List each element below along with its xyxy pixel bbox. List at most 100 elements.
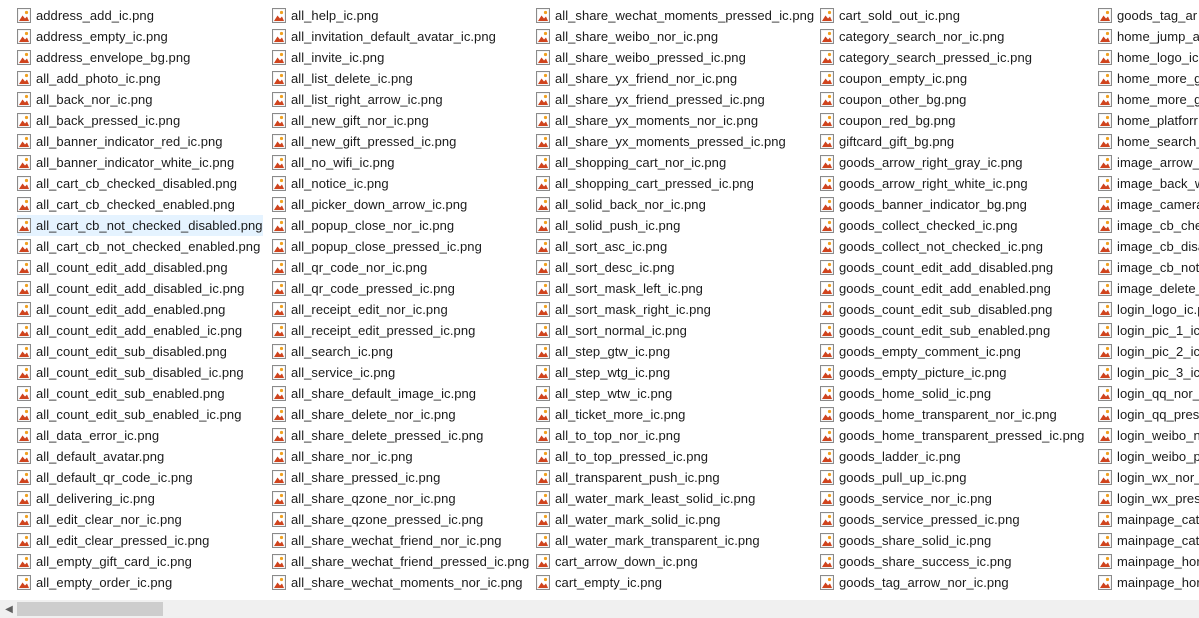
file-item[interactable]: login_wx_nor_i [1098,467,1199,488]
file-item[interactable]: all_data_error_ic.png [17,425,263,446]
file-item[interactable]: all_share_yx_moments_pressed_ic.png [536,131,814,152]
file-item[interactable]: mainpage_hor [1098,551,1199,572]
file-item[interactable]: goods_home_transparent_pressed_ic.png [820,425,1084,446]
file-item[interactable]: goods_service_pressed_ic.png [820,509,1084,530]
file-item[interactable]: all_sort_desc_ic.png [536,257,814,278]
file-item[interactable]: home_platforr [1098,110,1199,131]
file-item[interactable]: goods_count_edit_add_disabled.png [820,257,1084,278]
file-item[interactable]: all_list_right_arrow_ic.png [272,89,529,110]
file-item[interactable]: all_share_weibo_nor_ic.png [536,26,814,47]
file-item[interactable]: login_pic_1_ic. [1098,320,1199,341]
file-item[interactable]: all_cart_cb_checked_enabled.png [17,194,263,215]
file-item[interactable]: all_count_edit_sub_enabled.png [17,383,263,404]
file-item[interactable]: home_jump_ar [1098,26,1199,47]
file-item[interactable]: all_back_nor_ic.png [17,89,263,110]
file-item[interactable]: all_qr_code_pressed_ic.png [272,278,529,299]
file-item[interactable]: all_share_nor_ic.png [272,446,529,467]
file-item[interactable]: goods_count_edit_sub_enabled.png [820,320,1084,341]
file-item[interactable]: goods_empty_picture_ic.png [820,362,1084,383]
file-item[interactable]: all_service_ic.png [272,362,529,383]
file-item[interactable]: all_to_top_nor_ic.png [536,425,814,446]
file-item[interactable]: cart_empty_ic.png [536,572,814,593]
file-item[interactable]: all_empty_gift_card_ic.png [17,551,263,572]
file-item[interactable]: all_count_edit_sub_disabled_ic.png [17,362,263,383]
file-item[interactable]: category_search_pressed_ic.png [820,47,1084,68]
file-item[interactable]: all_cart_cb_not_checked_enabled.png [17,236,263,257]
file-item[interactable]: all_invitation_default_avatar_ic.png [272,26,529,47]
file-item[interactable]: all_popup_close_nor_ic.png [272,215,529,236]
file-item[interactable]: goods_ladder_ic.png [820,446,1084,467]
file-item[interactable]: all_no_wifi_ic.png [272,152,529,173]
file-item[interactable]: all_qr_code_nor_ic.png [272,257,529,278]
file-item[interactable]: all_help_ic.png [272,5,529,26]
file-item[interactable]: all_solid_back_nor_ic.png [536,194,814,215]
file-item[interactable]: all_share_delete_nor_ic.png [272,404,529,425]
file-item[interactable]: all_edit_clear_nor_ic.png [17,509,263,530]
file-item[interactable]: cart_sold_out_ic.png [820,5,1084,26]
file-item[interactable]: goods_pull_up_ic.png [820,467,1084,488]
file-item[interactable]: all_count_edit_add_enabled.png [17,299,263,320]
file-item[interactable]: image_cb_not_ [1098,257,1199,278]
file-item[interactable]: all_search_ic.png [272,341,529,362]
file-item[interactable]: home_search_ [1098,131,1199,152]
file-item[interactable]: all_share_qzone_nor_ic.png [272,488,529,509]
file-item[interactable]: all_shopping_cart_nor_ic.png [536,152,814,173]
file-item[interactable]: mainpage_cate [1098,530,1199,551]
file-item[interactable]: image_cb_disa [1098,236,1199,257]
file-item[interactable]: all_banner_indicator_white_ic.png [17,152,263,173]
file-item[interactable]: address_empty_ic.png [17,26,263,47]
file-item[interactable]: goods_arrow_right_gray_ic.png [820,152,1084,173]
file-item[interactable]: mainpage_hor [1098,572,1199,593]
file-item[interactable]: login_wx_press [1098,488,1199,509]
file-item[interactable]: all_cart_cb_checked_disabled.png [17,173,263,194]
file-item[interactable]: all_count_edit_add_disabled_ic.png [17,278,263,299]
file-item[interactable]: all_water_mark_least_solid_ic.png [536,488,814,509]
file-item[interactable]: all_notice_ic.png [272,173,529,194]
file-item[interactable]: giftcard_gift_bg.png [820,131,1084,152]
file-item[interactable]: all_step_wtg_ic.png [536,362,814,383]
file-item[interactable]: all_count_edit_add_enabled_ic.png [17,320,263,341]
file-item[interactable]: goods_count_edit_add_enabled.png [820,278,1084,299]
file-item[interactable]: coupon_empty_ic.png [820,68,1084,89]
file-item[interactable]: image_back_w [1098,173,1199,194]
file-item[interactable]: all_ticket_more_ic.png [536,404,814,425]
file-item[interactable]: image_delete_ [1098,278,1199,299]
file-item[interactable]: mainpage_cate [1098,509,1199,530]
file-item[interactable]: all_step_wtw_ic.png [536,383,814,404]
file-item[interactable]: login_logo_ic.p [1098,299,1199,320]
file-item[interactable]: all_step_gtw_ic.png [536,341,814,362]
file-item[interactable]: all_invite_ic.png [272,47,529,68]
scrollbar-thumb[interactable] [17,602,163,616]
file-item[interactable]: all_back_pressed_ic.png [17,110,263,131]
file-item[interactable]: all_receipt_edit_nor_ic.png [272,299,529,320]
file-item[interactable]: all_share_delete_pressed_ic.png [272,425,529,446]
file-item[interactable]: all_list_delete_ic.png [272,68,529,89]
file-item[interactable]: goods_service_nor_ic.png [820,488,1084,509]
file-item[interactable]: all_share_wechat_friend_nor_ic.png [272,530,529,551]
file-item[interactable]: goods_tag_arrow_nor_ic.png [820,572,1084,593]
file-item[interactable]: all_sort_mask_left_ic.png [536,278,814,299]
file-item[interactable]: all_sort_mask_right_ic.png [536,299,814,320]
file-item[interactable]: login_weibo_p [1098,446,1199,467]
file-item[interactable]: goods_collect_checked_ic.png [820,215,1084,236]
file-item[interactable]: all_share_wechat_moments_nor_ic.png [272,572,529,593]
file-item[interactable]: home_logo_ic. [1098,47,1199,68]
file-item[interactable]: all_share_yx_friend_pressed_ic.png [536,89,814,110]
file-item[interactable]: address_add_ic.png [17,5,263,26]
scroll-left-arrow-icon[interactable]: ◀ [0,600,18,618]
file-item[interactable]: goods_home_solid_ic.png [820,383,1084,404]
file-item[interactable]: all_banner_indicator_red_ic.png [17,131,263,152]
file-item[interactable]: all_sort_asc_ic.png [536,236,814,257]
file-item[interactable]: goods_tag_ar [1098,5,1199,26]
file-item[interactable]: all_to_top_pressed_ic.png [536,446,814,467]
file-item[interactable]: goods_collect_not_checked_ic.png [820,236,1084,257]
file-item[interactable]: address_envelope_bg.png [17,47,263,68]
file-item[interactable]: category_search_nor_ic.png [820,26,1084,47]
file-item[interactable]: image_camera [1098,194,1199,215]
file-item[interactable]: all_popup_close_pressed_ic.png [272,236,529,257]
horizontal-scrollbar[interactable]: ◀ [0,600,1199,618]
file-item[interactable]: cart_arrow_down_ic.png [536,551,814,572]
file-item[interactable]: all_cart_cb_not_checked_disabled.png [17,215,263,236]
file-item[interactable]: all_water_mark_solid_ic.png [536,509,814,530]
file-item[interactable]: goods_empty_comment_ic.png [820,341,1084,362]
